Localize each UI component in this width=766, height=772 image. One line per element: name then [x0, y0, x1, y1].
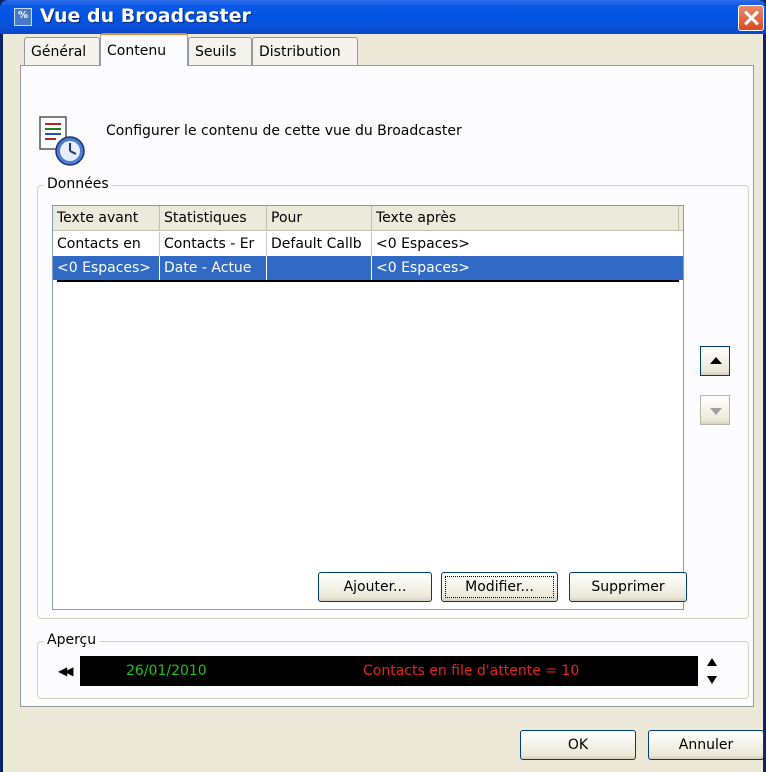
preview-display: 26/01/2010 Contacts en file d'attente = …: [80, 656, 698, 686]
window-title: Vue du Broadcaster: [40, 5, 251, 27]
tab-general[interactable]: Général: [24, 37, 100, 65]
header-description: Configurer le contenu de cette vue du Br…: [106, 123, 462, 139]
table-cell: [267, 256, 372, 280]
move-up-button[interactable]: [700, 346, 730, 376]
preview-date: 26/01/2010: [126, 663, 207, 679]
table-cell: <0 Espaces>: [53, 256, 160, 280]
modify-button[interactable]: Modifier...: [441, 572, 558, 602]
ok-button[interactable]: OK: [520, 730, 636, 760]
triangle-up-icon: [710, 357, 722, 364]
column-header[interactable]: Texte avant: [53, 206, 160, 230]
table-cell: Default Callb: [267, 232, 372, 256]
preview-group-label: Aperçu: [44, 632, 100, 648]
column-header[interactable]: Texte après: [372, 206, 679, 230]
preview-message: Contacts en file d'attente = 10: [363, 663, 580, 679]
tab-contenu[interactable]: Contenu: [100, 33, 188, 66]
table-cell: <0 Espaces>: [376, 236, 471, 252]
delete-button[interactable]: Supprimer: [569, 572, 687, 602]
table-cell: <0 Espaces>: [376, 260, 471, 276]
list-divider: [57, 280, 679, 282]
app-icon: %: [14, 8, 32, 26]
triangle-down-icon: [710, 408, 722, 415]
document-clock-icon: [39, 116, 85, 166]
column-header[interactable]: Statistiques: [160, 206, 267, 230]
rewind-icon[interactable]: ◀◀: [58, 664, 74, 678]
spin-arrows-icon[interactable]: [702, 656, 722, 688]
cancel-button[interactable]: Annuler: [648, 730, 764, 760]
table-cell: Contacts - Er: [160, 232, 267, 256]
table-cell: Date - Actue: [160, 256, 267, 280]
listview-header: Texte avant Statistiques Pour Texte aprè…: [53, 206, 683, 231]
tab-seuils[interactable]: Seuils: [188, 37, 252, 65]
table-row[interactable]: Contacts en Contacts - Er Default Callb …: [53, 232, 683, 256]
move-down-button[interactable]: [700, 395, 730, 425]
close-icon[interactable]: [738, 5, 764, 31]
add-button[interactable]: Ajouter...: [318, 572, 432, 602]
table-row-selected[interactable]: <0 Espaces> Date - Actue <0 Espaces>: [53, 256, 683, 280]
table-cell: Contacts en: [53, 232, 160, 256]
data-group-label: Données: [44, 176, 112, 192]
tab-distribution[interactable]: Distribution: [252, 37, 358, 65]
title-bar[interactable]: % Vue du Broadcaster: [0, 0, 766, 34]
column-header[interactable]: Pour: [267, 206, 372, 230]
content-listview[interactable]: Texte avant Statistiques Pour Texte aprè…: [52, 205, 684, 610]
